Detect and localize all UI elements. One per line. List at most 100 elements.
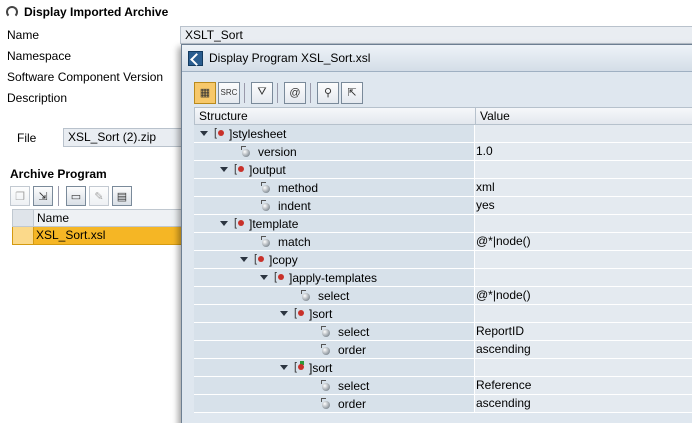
- structure-cell[interactable]: match: [194, 233, 475, 250]
- node-label: match: [278, 234, 311, 249]
- tree-row[interactable]: order ascending: [194, 395, 692, 413]
- structure-cell[interactable]: [] template: [194, 215, 475, 232]
- row-selector[interactable]: [13, 227, 34, 244]
- structure-cell[interactable]: [] apply-templates: [194, 269, 475, 286]
- value-cell[interactable]: 1.0: [475, 143, 692, 160]
- node-label: select: [338, 378, 370, 393]
- xml-attribute-icon: [320, 325, 332, 338]
- tree-row[interactable]: [] sort: [194, 359, 692, 377]
- tree-row[interactable]: [] output: [194, 161, 692, 179]
- open-folder-icon[interactable]: ▭: [66, 186, 86, 206]
- column-header-name: Name: [37, 211, 70, 225]
- edit-pencil-icon[interactable]: ✎: [89, 186, 109, 206]
- value-cell[interactable]: ReportID: [475, 323, 692, 340]
- archive-toolbar: ❐ ⇲ ▭ ✎ ▤: [10, 184, 132, 208]
- node-label: sort: [312, 306, 333, 321]
- import-icon[interactable]: ⇲: [33, 186, 53, 206]
- toolbar-separator: [277, 82, 280, 103]
- structure-cell[interactable]: indent: [194, 197, 475, 214]
- value-cell[interactable]: yes: [475, 197, 692, 214]
- xml-element-icon: [: [294, 307, 308, 320]
- value-cell[interactable]: @*|node(): [475, 233, 692, 250]
- structure-cell[interactable]: [] stylesheet: [194, 125, 475, 142]
- toolbar-separator: [244, 82, 247, 103]
- table-row[interactable]: XSL_Sort.xsl: [12, 227, 187, 245]
- xml-element-icon: [: [294, 361, 308, 374]
- tree-row[interactable]: [] apply-templates: [194, 269, 692, 287]
- expand-arrow-icon[interactable]: [280, 365, 288, 370]
- tree-row[interactable]: indent yes: [194, 197, 692, 215]
- toolbar-separator: [310, 82, 313, 103]
- find-binoculars-icon[interactable]: ⚲: [317, 81, 339, 104]
- archive-icon: [6, 6, 18, 18]
- structure-cell[interactable]: [] sort: [194, 305, 475, 322]
- value-cell[interactable]: @*|node(): [475, 287, 692, 304]
- display-document-icon[interactable]: ▤: [112, 186, 132, 206]
- structure-cell[interactable]: select: [194, 377, 475, 394]
- structure-cell[interactable]: order: [194, 341, 475, 358]
- tree-row[interactable]: [] sort: [194, 305, 692, 323]
- value-cell[interactable]: [475, 269, 692, 286]
- xml-attribute-icon: [320, 379, 332, 392]
- expand-arrow-icon[interactable]: [200, 131, 208, 136]
- toolbar-separator: [58, 186, 61, 206]
- value-cell[interactable]: [475, 161, 692, 178]
- expand-arrow-icon[interactable]: [220, 167, 228, 172]
- tree-row[interactable]: select ReportID: [194, 323, 692, 341]
- program-name-cell[interactable]: XSL_Sort.xsl: [34, 227, 105, 244]
- xml-element-icon: [: [234, 163, 248, 176]
- xml-attribute-icon: [320, 397, 332, 410]
- source-view-icon[interactable]: SRC: [218, 81, 240, 104]
- tree-row[interactable]: method xml: [194, 179, 692, 197]
- value-cell[interactable]: [475, 251, 692, 268]
- expand-arrow-icon[interactable]: [220, 221, 228, 226]
- window-title: Display Imported Archive: [24, 5, 169, 19]
- tree-row[interactable]: order ascending: [194, 341, 692, 359]
- value-cell[interactable]: [475, 305, 692, 322]
- value-cell[interactable]: [475, 359, 692, 376]
- name-field[interactable]: XSLT_Sort: [180, 26, 692, 44]
- export-icon[interactable]: ⇱: [341, 81, 363, 104]
- file-field[interactable]: XSL_Sort (2).zip: [63, 128, 193, 147]
- value-cell[interactable]: xml: [475, 179, 692, 196]
- expand-arrow-icon[interactable]: [280, 311, 288, 316]
- structure-cell[interactable]: select: [194, 323, 475, 340]
- value-cell[interactable]: [475, 215, 692, 232]
- structure-cell[interactable]: [] output: [194, 161, 475, 178]
- tree-row[interactable]: [] stylesheet: [194, 125, 692, 143]
- structure-cell[interactable]: order: [194, 395, 475, 412]
- node-label: output: [252, 162, 286, 177]
- value-cell[interactable]: ascending: [475, 395, 692, 412]
- node-label: copy: [272, 252, 298, 267]
- archive-program-title: Archive Program: [10, 167, 107, 181]
- xml-element-icon: [: [274, 271, 288, 284]
- xml-attribute-icon: [260, 181, 272, 194]
- filter-icon[interactable]: ⛛: [251, 81, 273, 104]
- xml-attribute-icon: [240, 145, 252, 158]
- tree-row[interactable]: [] copy: [194, 251, 692, 269]
- tree-row[interactable]: version 1.0: [194, 143, 692, 161]
- structure-cell[interactable]: select: [194, 287, 475, 304]
- tree-row[interactable]: match @*|node(): [194, 233, 692, 251]
- value-cell[interactable]: Reference: [475, 377, 692, 394]
- tree-row[interactable]: select Reference: [194, 377, 692, 395]
- tree-row[interactable]: select @*|node(): [194, 287, 692, 305]
- tree-row[interactable]: [] template: [194, 215, 692, 233]
- structure-cell[interactable]: method: [194, 179, 475, 196]
- namespace-at-icon[interactable]: @: [284, 81, 306, 104]
- node-label: select: [318, 288, 350, 303]
- structure-cell[interactable]: [] copy: [194, 251, 475, 268]
- grid-view-icon[interactable]: ▦: [194, 81, 216, 104]
- file-label: File: [17, 131, 37, 145]
- xml-attribute-icon: [320, 343, 332, 356]
- dialog-title-bar[interactable]: Display Program XSL_Sort.xsl: [182, 45, 692, 72]
- value-cell[interactable]: [475, 125, 692, 142]
- select-all-cell[interactable]: [13, 210, 34, 226]
- copy-icon[interactable]: ❐: [10, 186, 30, 206]
- value-cell[interactable]: ascending: [475, 341, 692, 358]
- structure-cell[interactable]: [] sort: [194, 359, 475, 376]
- structure-cell[interactable]: version: [194, 143, 475, 160]
- expand-arrow-icon[interactable]: [260, 275, 268, 280]
- structure-tree: Structure Value [] stylesheet version 1.0[]…: [194, 107, 692, 413]
- expand-arrow-icon[interactable]: [240, 257, 248, 262]
